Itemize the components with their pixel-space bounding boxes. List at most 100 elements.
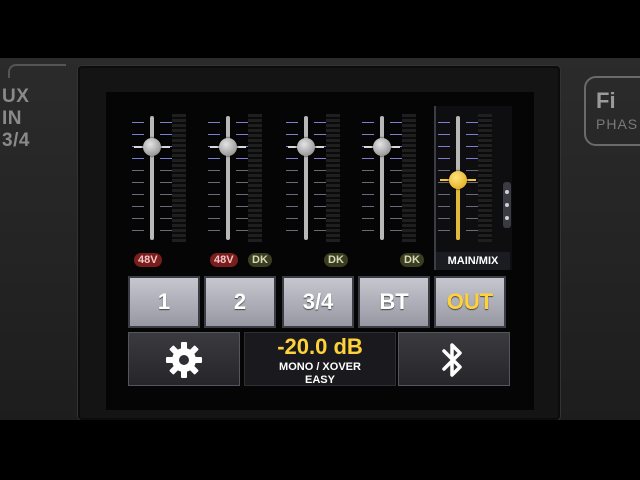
scale-tick (390, 194, 402, 195)
channel-3-4-button[interactable]: 3/4 (282, 276, 354, 328)
scale-tick (362, 122, 374, 123)
fader-1[interactable] (116, 108, 188, 248)
scale-tick (236, 158, 248, 159)
fader-knob (219, 138, 237, 156)
level-meter (478, 114, 492, 242)
scale-tick (390, 182, 402, 183)
scroll-dot (505, 216, 509, 220)
scale-tick (362, 158, 374, 159)
scale-tick (362, 194, 374, 195)
output-level-value: -20.0 dB (277, 334, 363, 359)
scale-tick (236, 230, 248, 231)
scale-tick (466, 146, 478, 147)
scale-tick (466, 134, 478, 135)
scroll-dot (505, 203, 509, 207)
output-preset-label: EASY (305, 374, 335, 386)
channel-bt-button[interactable]: BT (358, 276, 430, 328)
scale-tick (466, 218, 478, 219)
scale-tick (314, 122, 326, 123)
scale-tick (314, 182, 326, 183)
scale-tick (132, 218, 144, 219)
scale-tick (362, 206, 374, 207)
scale-tick (314, 206, 326, 207)
scale-tick (236, 194, 248, 195)
level-meter (402, 114, 416, 242)
scale-tick (286, 170, 298, 171)
scale-tick (314, 134, 326, 135)
scale-tick (286, 206, 298, 207)
scale-tick (362, 218, 374, 219)
scale-tick (362, 170, 374, 171)
fader-5[interactable] (422, 108, 494, 248)
ch2-phantom-badge: 48V (210, 253, 238, 267)
scale-tick (160, 218, 172, 219)
scale-tick (132, 182, 144, 183)
scale-tick (236, 206, 248, 207)
scroll-indicator[interactable] (503, 182, 511, 228)
scale-tick (390, 170, 402, 171)
scale-tick (208, 206, 220, 207)
scale-tick (208, 134, 220, 135)
fader-track (380, 116, 384, 240)
scale-tick (466, 206, 478, 207)
scale-tick (286, 194, 298, 195)
channel-2-button[interactable]: 2 (204, 276, 276, 328)
bt-dk-badge: DK (400, 253, 424, 267)
scale-tick (438, 146, 450, 147)
scale-tick (132, 158, 144, 159)
scale-tick (208, 182, 220, 183)
scale-tick (466, 170, 478, 171)
scale-tick (132, 206, 144, 207)
output-mode-label: MONO / XOVER (279, 361, 361, 373)
scale-tick (286, 218, 298, 219)
scale-tick (438, 206, 450, 207)
scale-tick (236, 134, 248, 135)
ch2-dk-badge: DK (248, 253, 272, 267)
scale-tick (390, 218, 402, 219)
scale-tick (160, 230, 172, 231)
scale-tick (438, 134, 450, 135)
fader-2[interactable] (192, 108, 264, 248)
scale-tick (160, 134, 172, 135)
scale-tick (286, 230, 298, 231)
scale-tick (438, 218, 450, 219)
scale-tick (438, 158, 450, 159)
fader-knob (143, 138, 161, 156)
scale-tick (160, 194, 172, 195)
scale-tick (314, 218, 326, 219)
scale-tick (208, 194, 220, 195)
scale-tick (390, 122, 402, 123)
scale-tick (466, 158, 478, 159)
scale-tick (160, 158, 172, 159)
scale-tick (208, 158, 220, 159)
scale-tick (390, 206, 402, 207)
fader-knob (373, 138, 391, 156)
brand-logo: Fi PHAS (584, 76, 640, 146)
scale-tick (286, 122, 298, 123)
fader-3[interactable] (270, 108, 342, 248)
scale-tick (286, 134, 298, 135)
scroll-dot (505, 190, 509, 194)
scale-tick (236, 182, 248, 183)
scale-tick (438, 230, 450, 231)
ch1-phantom-badge: 48V (134, 253, 162, 267)
ch34-dk-badge: DK (324, 253, 348, 267)
scale-tick (236, 170, 248, 171)
brand-logo-text: Fi (596, 88, 616, 113)
scale-tick (160, 182, 172, 183)
scale-tick (160, 206, 172, 207)
fader-fill (456, 180, 460, 240)
scale-tick (466, 230, 478, 231)
fader-track (304, 116, 308, 240)
scale-tick (132, 134, 144, 135)
fader-knob (449, 171, 467, 190)
top-black-band (0, 0, 640, 58)
scale-tick (438, 122, 450, 123)
scale-tick (208, 122, 220, 123)
fader-track (150, 116, 154, 240)
channel-1-button[interactable]: 1 (128, 276, 200, 328)
channel-out-button[interactable]: OUT (434, 276, 506, 328)
fader-4[interactable] (346, 108, 418, 248)
scale-tick (466, 182, 478, 183)
brand-logo-subtext: PHAS (596, 116, 639, 132)
